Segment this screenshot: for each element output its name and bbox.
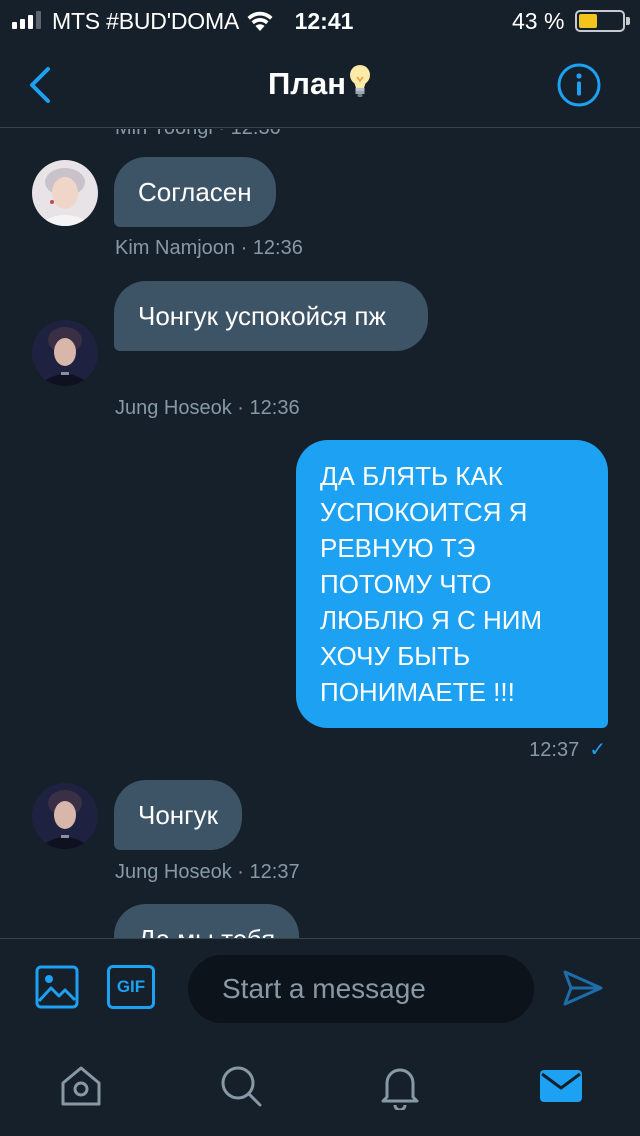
- conversation-title[interactable]: План: [120, 64, 520, 102]
- wifi-icon: [247, 11, 273, 31]
- back-button[interactable]: [22, 64, 62, 106]
- dm-conversation-screen: MTS #BUD'DOMA 12:41 43 % План Согласен K…: [0, 0, 640, 1136]
- mail-icon: [540, 1070, 582, 1102]
- battery-icon: [575, 10, 630, 32]
- bottom-tab-bar: [0, 1040, 640, 1136]
- message-list[interactable]: Min Yoongi · 12:36 Согласен Kim Namjoon …: [0, 129, 640, 938]
- home-icon: [61, 1066, 101, 1106]
- message-time: 12:37: [529, 739, 580, 761]
- message-meta-outgoing: 12:37 ✓: [529, 737, 606, 762]
- message-composer: GIF: [0, 938, 640, 1040]
- tab-home[interactable]: [57, 1062, 105, 1110]
- tab-messages[interactable]: [537, 1062, 585, 1110]
- add-image-button[interactable]: [35, 965, 79, 1009]
- conversation-title-text: План: [268, 66, 346, 101]
- signal-strength-icon: [12, 11, 41, 29]
- message-bubble[interactable]: Да мы тебя: [114, 904, 300, 938]
- message-meta: Min Yoongi · 12:36: [115, 129, 281, 140]
- message-bubble[interactable]: Чонгук: [114, 780, 243, 850]
- carrier-name: MTS #BUD'DOMA: [52, 8, 240, 34]
- info-icon: [557, 63, 601, 107]
- message-bubble[interactable]: Чонгук успокойся пж: [114, 281, 428, 351]
- message-bubble[interactable]: Согласен: [114, 157, 276, 227]
- message-bubble-outgoing[interactable]: ДА БЛЯТЬ КАК УСПОКОИТСЯ Я РЕВНУЮ ТЭ ПОТО…: [296, 440, 608, 728]
- info-button[interactable]: [556, 62, 602, 108]
- status-time: 12:41: [294, 8, 354, 34]
- battery-percentage: 43 %: [512, 8, 565, 34]
- avatar-hoseok[interactable]: [32, 320, 98, 386]
- avatar-namjoon[interactable]: [32, 160, 98, 226]
- send-icon: [563, 970, 603, 1006]
- tab-search[interactable]: [217, 1062, 265, 1110]
- avatar-hoseok[interactable]: [32, 783, 98, 849]
- lightbulb-icon: [349, 65, 370, 97]
- conversation-header: План: [0, 42, 640, 128]
- message-meta: Jung Hoseok · 12:37: [115, 861, 300, 883]
- image-icon: [35, 965, 79, 1009]
- gif-button[interactable]: GIF: [107, 965, 155, 1009]
- search-icon: [221, 1066, 262, 1107]
- bell-icon: [381, 1068, 419, 1112]
- chevron-left-icon: [30, 67, 50, 103]
- status-bar: MTS #BUD'DOMA 12:41 43 %: [0, 0, 640, 42]
- send-button[interactable]: [561, 966, 605, 1010]
- message-meta: Jung Hoseok · 12:36: [115, 397, 300, 419]
- check-icon: ✓: [589, 739, 606, 761]
- message-input[interactable]: [188, 955, 534, 1023]
- tab-notifications[interactable]: [376, 1062, 424, 1112]
- message-meta: Kim Namjoon · 12:36: [115, 237, 303, 259]
- battery-level-fill: [579, 14, 597, 28]
